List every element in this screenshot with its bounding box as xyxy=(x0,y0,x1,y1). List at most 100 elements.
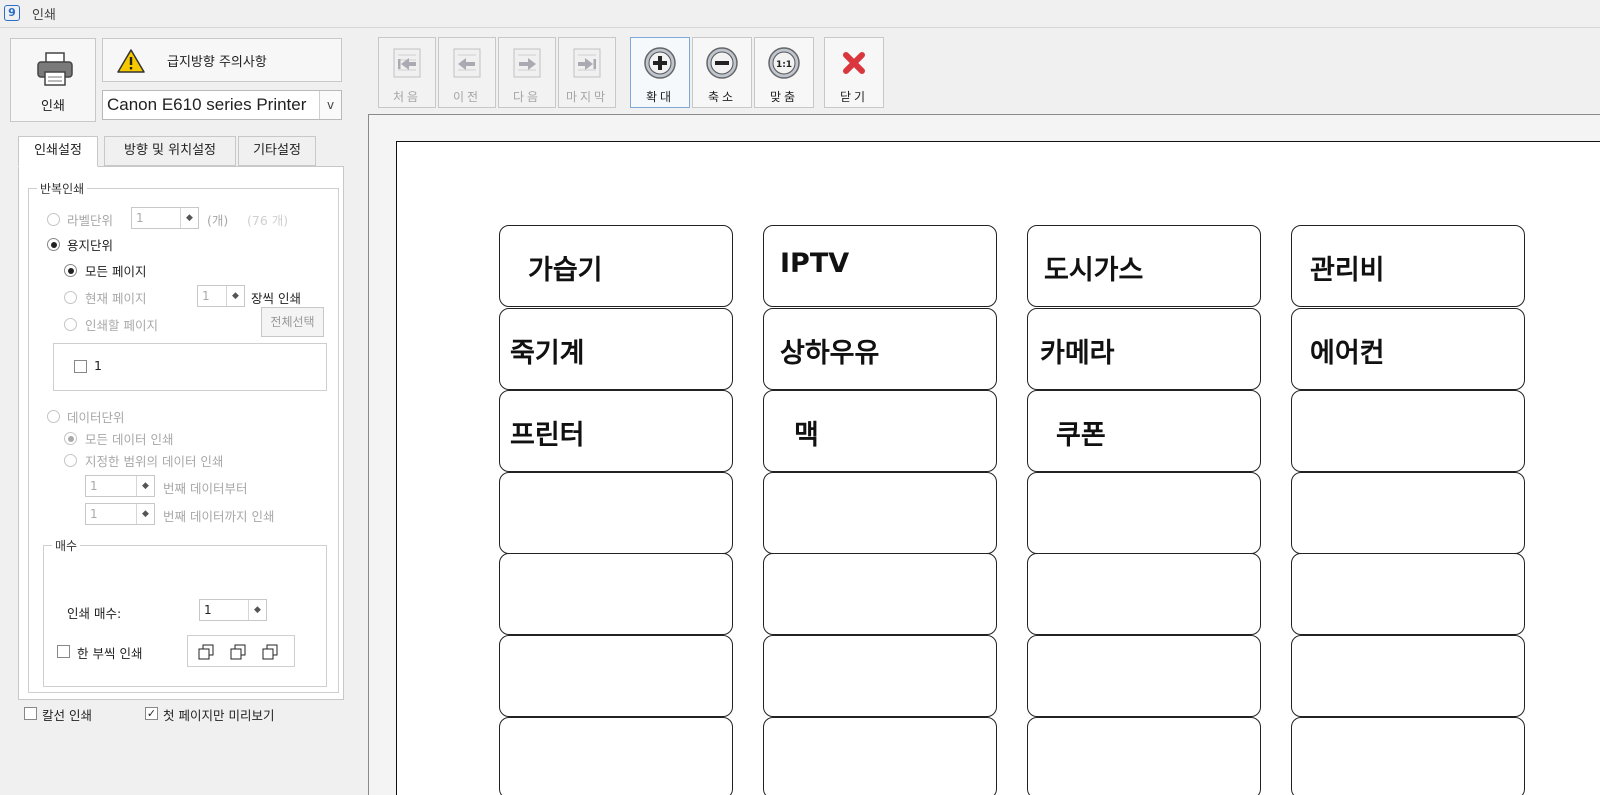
last-page-label: 마지막 xyxy=(565,90,609,104)
label-cell-text: 맥 xyxy=(794,420,819,451)
last-page-button[interactable]: 마지막 xyxy=(558,37,616,108)
label-cell-text: 상하우유 xyxy=(780,338,880,369)
range-data-radio[interactable] xyxy=(64,454,77,467)
label-cell-text: 관리비 xyxy=(1310,255,1385,286)
paper-feed-warning-button[interactable]: 급지방향 주의사항 xyxy=(102,38,342,82)
zoom-in-icon xyxy=(644,47,676,79)
label-cell xyxy=(1291,553,1525,635)
fit-label: 맞춤 xyxy=(769,90,799,104)
collate-preview xyxy=(187,635,295,667)
pages-to-print-label: 인쇄할 페이지 xyxy=(85,318,158,333)
tab-print-settings[interactable]: 인쇄설정 xyxy=(18,136,98,167)
spinner-arrows-icon[interactable]: ◆ xyxy=(136,476,154,496)
print-button-label: 인쇄 xyxy=(41,99,65,114)
svg-text:1:1: 1:1 xyxy=(776,60,792,70)
label-cell xyxy=(499,472,733,554)
pages-to-print-radio[interactable] xyxy=(64,318,77,331)
data-to-suffix: 번째 데이터까지 인쇄 xyxy=(163,509,275,524)
current-page-suffix: 장씩 인쇄 xyxy=(251,291,301,306)
all-data-radio[interactable] xyxy=(64,432,77,445)
label-cell-text: 가습기 xyxy=(528,255,603,286)
select-all-pages-button[interactable]: 전체선택 xyxy=(261,307,324,337)
copies-count-stepper[interactable]: 1 ◆ xyxy=(199,599,267,621)
label-cell xyxy=(763,553,997,635)
range-data-label: 지정한 범위의 데이터 인쇄 xyxy=(85,454,224,469)
paper-unit-radio[interactable] xyxy=(47,238,60,251)
label-cell: 가습기 xyxy=(499,225,733,307)
fit-button[interactable]: 1:1 맞춤 xyxy=(754,37,814,108)
zoom-out-button[interactable]: 축소 xyxy=(692,37,752,108)
label-cell-text: 쿠폰 xyxy=(1056,420,1106,451)
label-cell xyxy=(1291,635,1525,717)
collate-checkbox[interactable] xyxy=(57,645,70,658)
spinner-arrows-icon[interactable]: ◆ xyxy=(180,208,198,228)
label-cell xyxy=(1291,717,1525,795)
label-cell: 도시가스 xyxy=(1027,225,1261,307)
all-pages-radio[interactable] xyxy=(64,264,77,277)
current-page-count-value: 1 xyxy=(202,289,210,303)
zoom-in-label: 확대 xyxy=(645,90,675,104)
close-button[interactable]: 닫기 xyxy=(824,37,884,108)
tab-orientation-position[interactable]: 방향 및 위치설정 xyxy=(104,136,236,166)
cut-line-checkbox[interactable] xyxy=(24,707,37,720)
spinner-arrows-icon[interactable]: ◆ xyxy=(248,600,266,620)
data-from-value: 1 xyxy=(90,479,98,493)
data-from-stepper[interactable]: 1 ◆ xyxy=(85,475,155,497)
data-unit-radio[interactable] xyxy=(47,410,60,423)
label-cell: 카메라 xyxy=(1027,308,1261,390)
printer-select[interactable]: Canon E610 series Printer v xyxy=(102,90,342,120)
next-page-button[interactable]: 다음 xyxy=(498,37,556,108)
label-cell xyxy=(499,717,733,795)
label-cell xyxy=(1291,472,1525,554)
all-data-label: 모든 데이터 인쇄 xyxy=(85,432,174,447)
label-cell xyxy=(763,635,997,717)
print-button[interactable]: 인쇄 xyxy=(10,38,96,122)
label-unit-count-stepper[interactable]: 1 ◆ xyxy=(131,207,199,229)
label-cell xyxy=(763,717,997,795)
current-page-count-stepper[interactable]: 1 ◆ xyxy=(197,285,245,307)
label-cell: 프린터 xyxy=(499,390,733,472)
label-cell: 에어컨 xyxy=(1291,308,1525,390)
prev-page-label: 이전 xyxy=(452,90,482,104)
spinner-arrows-icon[interactable]: ◆ xyxy=(136,504,154,524)
close-label: 닫기 xyxy=(839,90,869,104)
label-unit-radio[interactable] xyxy=(47,213,60,226)
print-settings-panel: 반복인쇄 라벨단위 1 ◆ (개) (76 개) 용지단위 모든 페이지 현재 … xyxy=(18,166,344,700)
zoom-in-button[interactable]: 확대 xyxy=(630,37,690,108)
paper-feed-warning-label: 급지방향 주의사항 xyxy=(167,55,267,70)
warning-icon xyxy=(117,49,145,73)
label-unit-label: 라벨단위 xyxy=(67,213,114,228)
label-cell: 죽기계 xyxy=(499,308,733,390)
cut-line-label: 칼선 인쇄 xyxy=(42,708,92,723)
fit-icon: 1:1 xyxy=(768,47,800,79)
data-to-stepper[interactable]: 1 ◆ xyxy=(85,503,155,525)
current-page-radio[interactable] xyxy=(64,291,77,304)
data-to-value: 1 xyxy=(90,507,98,521)
label-cell xyxy=(1027,553,1261,635)
label-cell xyxy=(1291,390,1525,472)
data-from-suffix: 번째 데이터부터 xyxy=(163,481,248,496)
title-bar: 9 인쇄 xyxy=(0,0,1600,28)
label-unit-suffix: (개) xyxy=(207,213,229,228)
first-page-preview-checkbox[interactable]: ✓ xyxy=(145,707,158,720)
current-page-label: 현재 페이지 xyxy=(85,291,147,306)
label-cell: 관리비 xyxy=(1291,225,1525,307)
window-title: 인쇄 xyxy=(32,8,56,23)
first-page-label: 처음 xyxy=(392,90,422,104)
close-icon xyxy=(843,52,865,74)
collate-label: 한 부씩 인쇄 xyxy=(77,646,143,661)
printer-icon xyxy=(37,52,73,86)
prev-page-button[interactable]: 이전 xyxy=(438,37,496,108)
page-1-checkbox[interactable] xyxy=(74,360,87,373)
app-icon: 9 xyxy=(4,5,20,21)
zoom-out-label: 축소 xyxy=(707,90,737,104)
spinner-arrows-icon[interactable]: ◆ xyxy=(226,286,244,306)
paper-unit-label: 용지단위 xyxy=(67,238,114,253)
data-unit-label: 데이터단위 xyxy=(67,410,125,425)
next-page-label: 다음 xyxy=(512,90,542,104)
all-pages-label: 모든 페이지 xyxy=(85,264,147,279)
first-page-button[interactable]: 처음 xyxy=(378,37,436,108)
chevron-down-icon[interactable]: v xyxy=(319,91,341,119)
tab-other-settings[interactable]: 기타설정 xyxy=(238,136,316,166)
repeat-print-title: 반복인쇄 xyxy=(37,180,88,197)
